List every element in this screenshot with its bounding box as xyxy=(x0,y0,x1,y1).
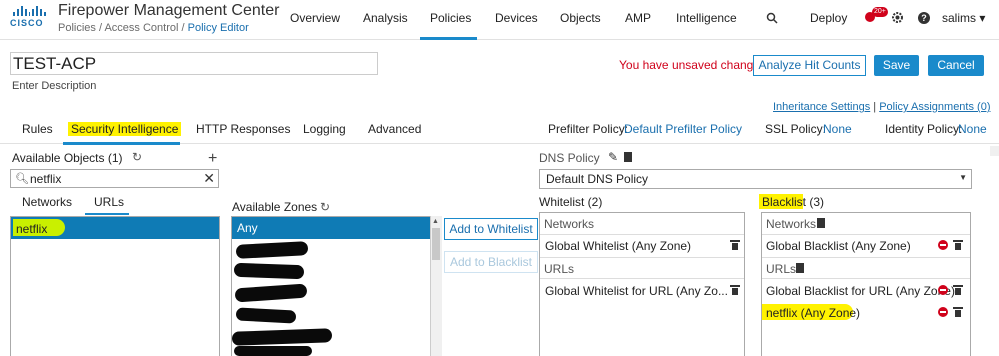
blacklist-title: Blacklist (3) xyxy=(762,195,825,209)
view-document-icon[interactable] xyxy=(796,263,804,273)
object-search-box[interactable]: 🔍︎ netflix ✕ xyxy=(10,169,219,188)
chevron-down-icon: ▼ xyxy=(959,173,967,182)
add-to-whitelist-button[interactable]: Add to Whitelist xyxy=(444,218,538,240)
identity-policy-label: Identity Policy: xyxy=(885,122,963,136)
blacklist-urls-header-label: URLs xyxy=(766,262,797,276)
redacted-zone xyxy=(234,346,312,356)
dns-policy-select[interactable]: Default DNS Policy ▼ xyxy=(539,169,972,189)
cisco-logo-text: CISCO xyxy=(10,18,44,28)
blacklist-urls-header: URLs xyxy=(762,257,970,279)
scroll-up-arrow-icon[interactable]: ▲ xyxy=(432,218,439,225)
cisco-logo-bars-icon xyxy=(10,6,47,16)
trash-icon[interactable] xyxy=(953,240,963,250)
scroll-thumb[interactable] xyxy=(432,228,440,260)
blacklist-network-item[interactable]: Global Blacklist (Any Zone) xyxy=(766,239,911,253)
nav-objects[interactable]: Objects xyxy=(560,11,601,25)
view-document-icon[interactable] xyxy=(817,218,825,228)
remove-circle-icon[interactable] xyxy=(938,240,948,250)
blacklist-networks-header-label: Networks xyxy=(766,217,817,231)
tab-security-intelligence[interactable]: Security Intelligence xyxy=(68,122,182,136)
zone-item-any[interactable]: Any xyxy=(237,221,258,235)
dns-policy-label: DNS Policy xyxy=(539,151,600,165)
trash-icon[interactable] xyxy=(953,307,963,317)
tab-http-responses[interactable]: HTTP Responses xyxy=(196,122,290,136)
notification-count-badge: 20+ xyxy=(872,7,888,17)
cancel-button[interactable]: Cancel xyxy=(928,55,984,76)
clear-search-icon[interactable]: ✕ xyxy=(203,170,215,187)
tab-active-indicator xyxy=(63,142,180,145)
inheritance-settings-link[interactable]: Inheritance Settings xyxy=(773,101,870,113)
gear-icon[interactable] xyxy=(891,11,904,24)
whitelist-network-item[interactable]: Global Whitelist (Any Zone) xyxy=(545,239,691,253)
add-to-blacklist-button[interactable]: Add to Blacklist xyxy=(444,251,538,273)
redacted-zone xyxy=(233,262,305,280)
policy-assignments-link[interactable]: Policy Assignments (0) xyxy=(879,101,990,113)
edit-pencil-icon[interactable]: ✎ xyxy=(608,150,618,164)
help-icon[interactable]: ? xyxy=(918,12,930,24)
breadcrumb-policies[interactable]: Policies xyxy=(58,22,96,34)
breadcrumb: Policies / Access Control / Policy Edito… xyxy=(58,22,249,34)
subtab-active-indicator xyxy=(85,213,129,215)
tab-rules[interactable]: Rules xyxy=(22,122,53,136)
top-bar: CISCO Firepower Management Center Polici… xyxy=(0,0,999,40)
prefilter-policy-link[interactable]: Default Prefilter Policy xyxy=(624,122,742,136)
policy-links: Inheritance Settings | Policy Assignment… xyxy=(773,101,991,113)
subtab-urls[interactable]: URLs xyxy=(94,195,124,209)
nav-amp[interactable]: AMP xyxy=(625,11,651,25)
whitelist-title: Whitelist (2) xyxy=(539,195,603,209)
remove-circle-icon[interactable] xyxy=(938,307,948,317)
deploy-button[interactable]: Deploy xyxy=(810,11,847,25)
dns-policy-selected: Default DNS Policy xyxy=(546,172,649,186)
nav-active-indicator xyxy=(420,37,477,40)
nav-overview[interactable]: Overview xyxy=(290,11,340,25)
unsaved-changes-message: You have unsaved changes xyxy=(619,58,767,72)
analyze-hit-counts-button[interactable]: Analyze Hit Counts xyxy=(753,55,866,76)
trash-icon[interactable] xyxy=(730,240,740,250)
whitelist-networks-header: Networks xyxy=(540,213,744,235)
object-item-netflix[interactable]: netflix xyxy=(16,222,47,236)
ssl-policy-label: SSL Policy: xyxy=(765,122,826,136)
search-icon[interactable] xyxy=(766,12,778,24)
user-menu[interactable]: salims ▾ xyxy=(942,11,985,25)
trash-icon[interactable] xyxy=(730,285,740,295)
identity-policy-link[interactable]: None xyxy=(958,122,987,136)
refresh-objects-icon[interactable]: ↻ xyxy=(132,150,142,164)
nav-intelligence[interactable]: Intelligence xyxy=(676,11,737,25)
add-object-icon[interactable]: + xyxy=(208,150,217,168)
policy-description[interactable]: Enter Description xyxy=(12,80,96,92)
blacklist-networks-header: Networks xyxy=(762,213,970,235)
tab-advanced[interactable]: Advanced xyxy=(368,122,421,136)
whitelist-url-item[interactable]: Global Whitelist for URL (Any Zo... xyxy=(545,284,728,298)
nav-devices[interactable]: Devices xyxy=(495,11,538,25)
refresh-zones-icon[interactable]: ↻ xyxy=(320,200,330,214)
whitelist-urls-header: URLs xyxy=(540,257,744,279)
policy-tabs: Rules Security Intelligence HTTP Respons… xyxy=(0,117,999,145)
breadcrumb-access-control[interactable]: Access Control xyxy=(104,22,178,34)
search-icon: 🔍︎ xyxy=(15,173,29,185)
save-button[interactable]: Save xyxy=(874,55,919,76)
remove-circle-icon[interactable] xyxy=(938,285,948,295)
breadcrumb-policy-editor[interactable]: Policy Editor xyxy=(188,22,249,34)
available-zones-title: Available Zones xyxy=(232,200,318,214)
trash-icon[interactable] xyxy=(953,285,963,295)
app-title: Firepower Management Center xyxy=(58,2,280,19)
policy-name-input[interactable] xyxy=(10,52,378,75)
ssl-policy-link[interactable]: None xyxy=(823,122,852,136)
blacklist-url-item[interactable]: Global Blacklist for URL (Any Zone) xyxy=(766,284,955,298)
view-document-icon[interactable] xyxy=(624,152,632,162)
object-search-input[interactable]: netflix xyxy=(30,172,61,186)
list-item[interactable] xyxy=(232,217,430,239)
nav-policies[interactable]: Policies xyxy=(430,11,471,25)
blacklist-url-item-netflix[interactable]: netflix (Any Zone) xyxy=(766,306,860,320)
page-scrollbar[interactable] xyxy=(990,146,999,156)
subtab-networks[interactable]: Networks xyxy=(22,195,72,209)
tab-logging[interactable]: Logging xyxy=(303,122,346,136)
available-objects-title: Available Objects (1) xyxy=(12,151,123,165)
nav-analysis[interactable]: Analysis xyxy=(363,11,408,25)
cisco-logo: CISCO xyxy=(10,6,47,32)
prefilter-policy-label: Prefilter Policy: xyxy=(548,122,629,136)
